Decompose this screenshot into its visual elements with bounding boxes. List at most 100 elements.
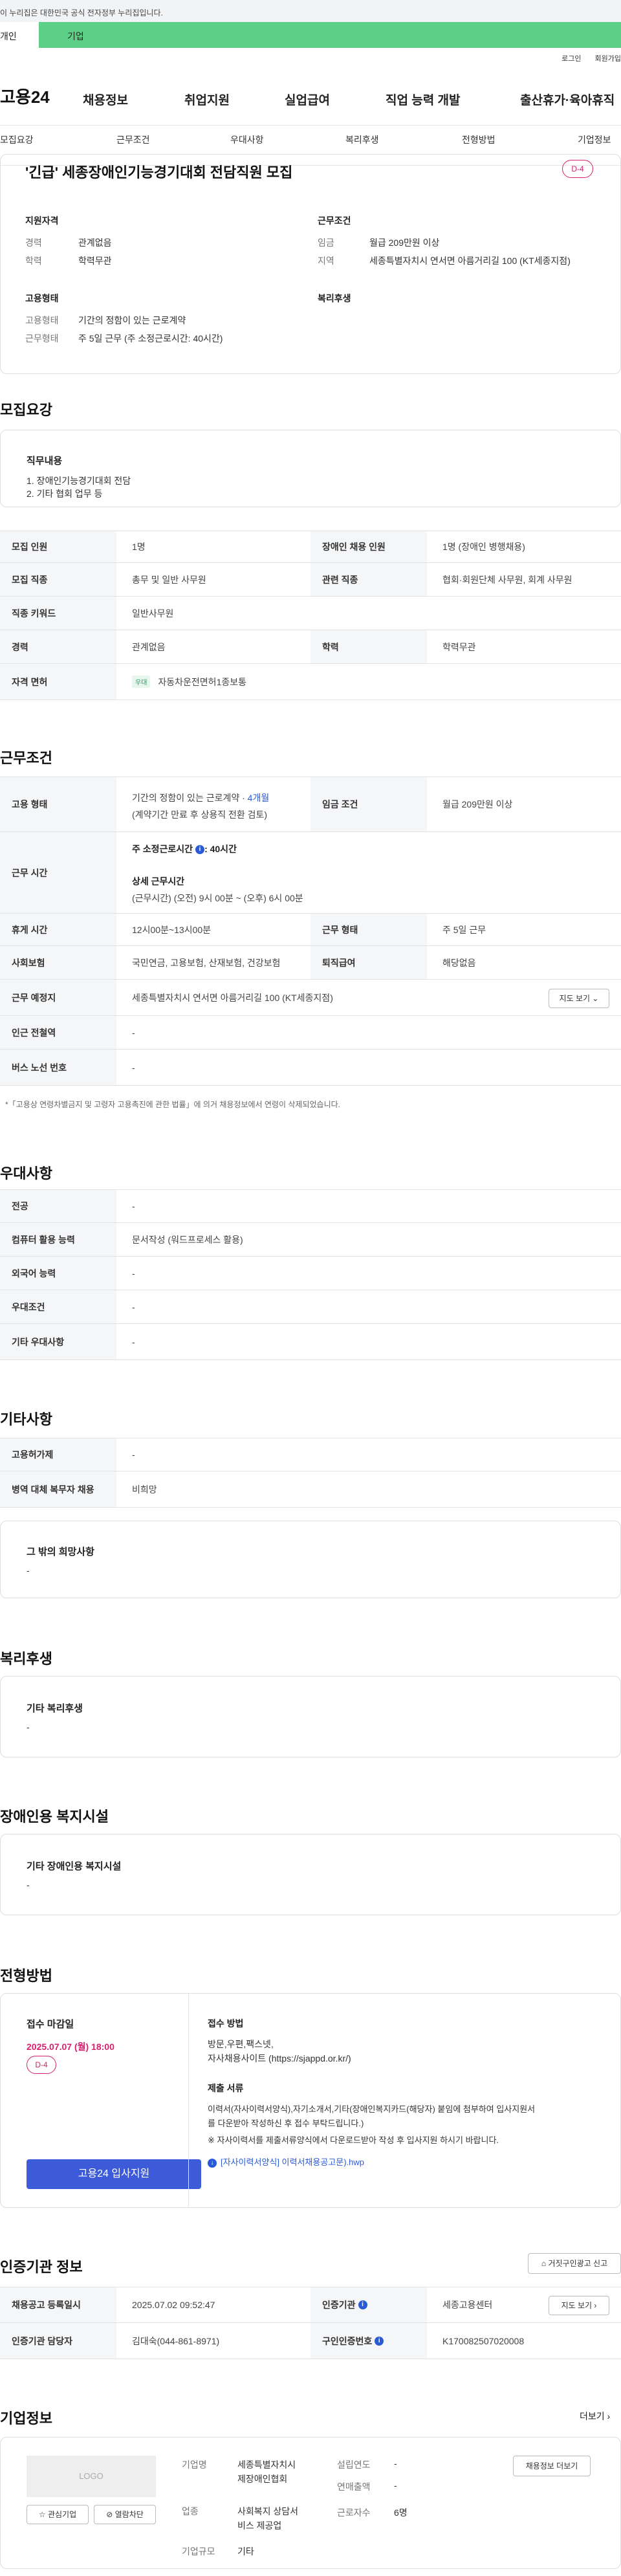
- row-value: -: [132, 1336, 135, 1347]
- career-label: 경력: [25, 237, 42, 248]
- docs-heading: 제출 서류: [208, 2083, 244, 2093]
- time-detail-value: (근무시간) (오전) 9시 00분 ~ (오후) 6시 00분: [132, 893, 303, 903]
- apply-button[interactable]: 고용24 입사지원: [27, 2159, 201, 2189]
- info-icon[interactable]: i: [375, 2336, 384, 2346]
- deadline-value: 2025.07.07 (월) 18:00: [27, 2042, 114, 2052]
- emp-note: (계약기간 만료 후 상용직 전환 검토): [132, 809, 268, 820]
- util-menu: 로그인 회원가입: [0, 48, 621, 67]
- row-value: 일반사무원: [132, 608, 174, 619]
- report-button[interactable]: ⌂ 거짓구인광고 신고: [528, 2253, 621, 2274]
- site-tabs: 개인 기업: [0, 22, 621, 48]
- join-link[interactable]: 회원가입: [595, 55, 621, 63]
- cert-title: 인증기관 정보: [0, 2259, 83, 2275]
- emp-heading: 고용형태: [25, 293, 59, 303]
- row-value: 2025.07.02 09:52:47: [132, 2300, 215, 2310]
- job-summary-card: '긴급' 세종장애인기능경기대회 전담직원 모집 D-4 지원자격 경력 관계없…: [0, 154, 621, 374]
- edu-label: 학력: [25, 256, 42, 266]
- cond-heading: 근무조건: [318, 215, 351, 226]
- welfare-box: 기타 복리후생 -: [0, 1676, 621, 1757]
- info-icon[interactable]: i: [358, 2300, 367, 2309]
- row-label: 고용허가제: [0, 1438, 116, 1471]
- gnb-item-training[interactable]: 직업 능력 개발: [386, 91, 460, 108]
- disab-fac-heading: 기타 장애인용 복지시설: [27, 1861, 122, 1872]
- industry-label: 업종: [182, 2506, 199, 2516]
- block-button[interactable]: ⊘ 열람차단: [94, 2505, 156, 2524]
- row-value: -: [132, 1268, 135, 1279]
- region-label: 지역: [318, 256, 334, 266]
- row-value: 1명 (장애인 병행채용): [442, 542, 525, 552]
- anchor-recruit[interactable]: 모집요강: [0, 133, 34, 146]
- row-value: 총무 및 일반 사무원: [132, 574, 206, 585]
- report-label: 거짓구인광고 신고: [548, 2259, 608, 2268]
- site-logo[interactable]: 고용24: [0, 84, 78, 108]
- row-value: 우대 자동차운전면허1종보통: [116, 664, 246, 699]
- tab-person[interactable]: 개인: [0, 22, 39, 48]
- table-row: 고용 형태 기간의 정함이 있는 근로계약 · 4개월 (계약기간 만료 후 상…: [0, 776, 621, 832]
- row-label: 경력: [0, 630, 116, 663]
- row-label: 근무 형태: [310, 914, 427, 945]
- anchor-process[interactable]: 전형방법: [462, 133, 496, 146]
- dday-badge: D-4: [27, 2056, 56, 2074]
- anchor-company[interactable]: 기업정보: [578, 133, 611, 146]
- row-label: 직종 키워드: [0, 597, 116, 630]
- anchor-workcond[interactable]: 근무조건: [116, 133, 150, 146]
- row-value: 국민연금, 고용보험, 산재보험, 건강보험: [132, 957, 281, 968]
- chevron-right-icon: ›: [607, 2411, 611, 2421]
- fav-button[interactable]: ☆ 관심기업: [27, 2505, 89, 2524]
- table-row: 근무 예정지 세종특별자치시 연서면 아름거리길 100 (KT세종지점) 지도…: [0, 980, 621, 1016]
- wage-value: 월급 209만원 이상: [369, 237, 440, 248]
- anchor-welfare[interactable]: 복리후생: [345, 133, 379, 146]
- cert-map-button[interactable]: 지도 보기 ›: [549, 2296, 609, 2315]
- map-label: 지도 보기: [561, 2301, 593, 2310]
- gnb-item-employment[interactable]: 취업지원: [184, 91, 230, 108]
- table-row: 채용공고 등록일시 2025.07.02 09:52:47 인증기관 i 세종고용…: [0, 2287, 621, 2323]
- process-box: 접수 마감일 2025.07.07 (월) 18:00 D-4 고용24 입사지…: [0, 1993, 621, 2208]
- gnb-item-unemployment[interactable]: 실업급여: [285, 91, 330, 108]
- welfare-heading: 복리후생: [318, 293, 351, 303]
- table-row: 경력 관계없음 학력 학력무관: [0, 630, 621, 664]
- docs-value: 를 다운받아 작성하신 후 접수 부탁드립니다.): [208, 2119, 364, 2128]
- table-row: 버스 노선 번호 -: [0, 1050, 621, 1086]
- row-label: 고용 형태: [0, 777, 116, 831]
- row-label: 인증기관 i: [310, 2287, 427, 2322]
- gnb-item-jobs[interactable]: 채용정보: [83, 91, 128, 108]
- table-row: 직종 키워드 일반사무원: [0, 597, 621, 630]
- method-value: 자사채용사이트 (https://sjappd.or.kr/): [208, 2053, 351, 2064]
- file-icon: ↓: [208, 2158, 217, 2168]
- row-label: 인근 전철역: [0, 1016, 116, 1049]
- info-icon[interactable]: i: [195, 845, 205, 855]
- row-label: 임금 조건: [310, 777, 427, 831]
- row-value: -: [132, 1201, 135, 1211]
- hope-heading: 그 밖의 희망사항: [27, 1547, 94, 1558]
- other-jobs-button[interactable]: 채용정보 더보기: [513, 2456, 591, 2476]
- tab-corp[interactable]: 기업: [39, 22, 621, 48]
- dday-badge: D-4: [562, 160, 593, 178]
- star-icon: ☆: [38, 2510, 46, 2519]
- anchor-pref[interactable]: 우대사항: [230, 133, 264, 146]
- time-detail-heading: 상세 근무시간: [132, 876, 185, 886]
- login-link[interactable]: 로그인: [561, 55, 581, 63]
- row-label: 자격 면허: [0, 664, 116, 699]
- gnb-item-leave[interactable]: 출산휴가·육아휴직: [520, 91, 615, 108]
- table-row: 우대조건 -: [0, 1290, 621, 1324]
- map-button[interactable]: 지도 보기 ⌄: [549, 989, 609, 1008]
- time-value: : 40시간: [204, 844, 237, 854]
- license-value: 자동차운전면허1종보통: [158, 676, 246, 687]
- method-heading: 접수 방법: [208, 2018, 244, 2029]
- file-link[interactable]: ↓ [자사이력서양식] 이력서채용공고문).hwp: [208, 2155, 364, 2168]
- company-name-value: 제장애인협회: [237, 2474, 288, 2484]
- recruit-title: 모집요강: [0, 402, 52, 418]
- block-label: 열람차단: [114, 2510, 144, 2519]
- home-icon: ⌂: [541, 2259, 547, 2268]
- row-value: 해당없음: [442, 957, 476, 968]
- duty-line: 1. 장애인기능경기대회 전담: [27, 476, 131, 486]
- edu-value: 학력무관: [78, 256, 112, 266]
- disab-fac-title: 장애인용 복지시설: [0, 1809, 109, 1825]
- row-label: 버스 노선 번호: [0, 1050, 116, 1085]
- global-nav: 고용24 채용정보 취업지원 실업급여 직업 능력 개발 출산휴가·육아휴직: [0, 67, 621, 126]
- row-value: 12시00분~13시00분: [132, 924, 211, 935]
- more-link[interactable]: 더보기 ›: [580, 2410, 610, 2423]
- region-value: 세종특별자치시 연서면 아름거리길 100 (KT세종지점): [369, 256, 571, 266]
- row-label: 병역 대체 복무자 채용: [0, 1471, 116, 1507]
- row-value: 주 5일 근무: [442, 924, 486, 935]
